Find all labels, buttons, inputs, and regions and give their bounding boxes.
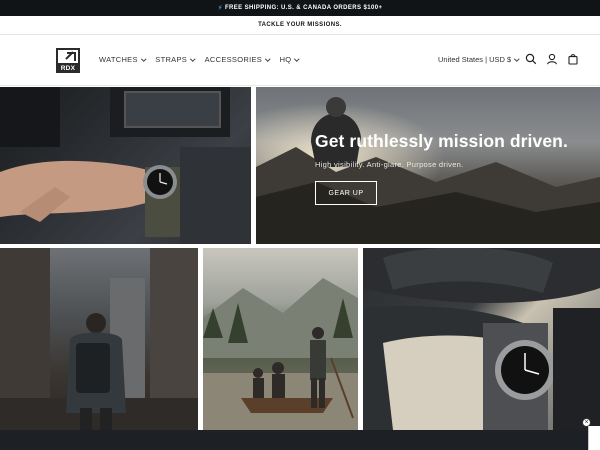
image-kayak-lake bbox=[203, 248, 358, 430]
chevron-down-icon bbox=[514, 56, 520, 61]
chevron-down-icon bbox=[141, 56, 146, 61]
image-firefighter-watch bbox=[363, 248, 600, 430]
cart-icon[interactable] bbox=[567, 53, 579, 65]
hero-image-watch-wrist bbox=[0, 87, 251, 244]
chevron-down-icon bbox=[190, 56, 196, 61]
nav-item-hq[interactable]: HQ bbox=[279, 55, 300, 64]
announcement-bar: ⚡ FREE SHIPPING: U.S. & CANADA ORDERS $1… bbox=[0, 0, 600, 16]
chevron-down-icon bbox=[294, 56, 300, 61]
bottom-bar bbox=[0, 430, 600, 450]
nav-label: HQ bbox=[279, 55, 292, 64]
shipping-announcement: FREE SHIPPING: U.S. & CANADA ORDERS $100… bbox=[224, 5, 383, 11]
tagline-text: TACKLE YOUR MISSIONS. bbox=[258, 22, 342, 28]
nav-item-accessories[interactable]: ACCESSORIES bbox=[204, 55, 271, 64]
logo-arrow-icon bbox=[56, 48, 80, 65]
chat-widget-tab[interactable] bbox=[588, 426, 600, 450]
gear-up-button[interactable]: GEAR UP bbox=[315, 181, 377, 205]
nav-label: STRAPS bbox=[155, 55, 188, 64]
account-icon[interactable] bbox=[546, 53, 558, 65]
region-selector[interactable]: United States | USD $ bbox=[438, 55, 520, 64]
nav-item-straps[interactable]: STRAPS bbox=[155, 55, 196, 64]
brand-logo[interactable]: RDX bbox=[56, 48, 80, 73]
region-label: United States | USD $ bbox=[438, 55, 512, 64]
hero-title: Get ruthlessly mission driven. bbox=[315, 131, 568, 151]
logo-text: RDX bbox=[56, 64, 80, 73]
image-city-street bbox=[0, 248, 198, 430]
nav-label: ACCESSORIES bbox=[204, 55, 263, 64]
main-nav: WATCHES STRAPS ACCESSORIES HQ bbox=[99, 55, 309, 64]
header-icons bbox=[525, 53, 579, 65]
search-icon[interactable] bbox=[525, 53, 537, 65]
hero-subtitle: High visibility. Anti-glare. Purpose dri… bbox=[315, 160, 464, 169]
site-header: RDX WATCHES STRAPS ACCESSORIES HQ United… bbox=[0, 35, 600, 86]
tagline-bar: TACKLE YOUR MISSIONS. bbox=[0, 16, 600, 35]
lightning-icon: ⚡ bbox=[217, 5, 223, 12]
nav-label: WATCHES bbox=[99, 55, 138, 64]
nav-item-watches[interactable]: WATCHES bbox=[99, 55, 146, 64]
chevron-down-icon bbox=[265, 56, 271, 61]
